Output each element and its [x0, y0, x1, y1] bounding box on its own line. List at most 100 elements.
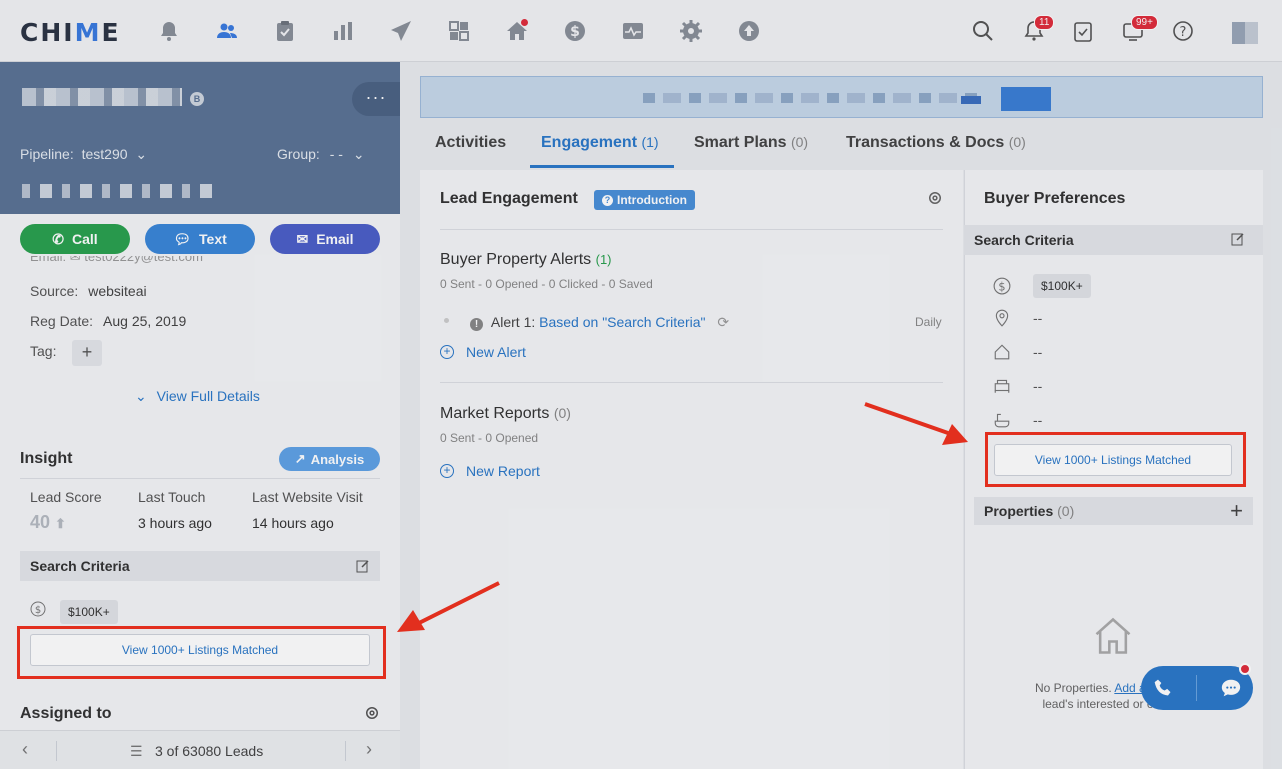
help-icon[interactable]: ? [1169, 17, 1197, 45]
messages-badge: 99+ [1131, 15, 1158, 30]
more-options-button[interactable]: ··· [352, 82, 400, 116]
add-tag-button[interactable]: + [72, 340, 102, 366]
pref-price-row: $ $100K+ [993, 274, 1091, 298]
banner-link-redacted[interactable] [961, 96, 981, 104]
pipeline-value: test290 [81, 146, 128, 162]
chime-logo[interactable]: CHIME [20, 18, 121, 47]
pref-baths-row: -- [993, 411, 1042, 429]
empty-house-icon [1095, 617, 1131, 654]
settings-gear-icon[interactable] [926, 189, 944, 207]
pref-type-value: -- [1033, 344, 1043, 360]
left-search-criteria-title: Search Criteria [30, 558, 130, 574]
grid-icon[interactable] [445, 17, 473, 45]
search-icon[interactable] [969, 17, 997, 45]
buyer-alerts-title: Buyer Property Alerts (1) [440, 251, 612, 269]
email-row: Email: ✉ test0222y@test.com [30, 256, 203, 264]
pref-location-value: -- [1033, 310, 1043, 326]
edit-icon[interactable] [356, 559, 370, 573]
buyer-alerts-count: (1) [595, 252, 612, 267]
divider [56, 741, 57, 761]
new-alert-label: New Alert [466, 344, 526, 360]
top-navbar: CHIME $ 11 99+ ? [0, 0, 1282, 62]
tasks-icon[interactable] [1069, 17, 1097, 45]
market-reports-label: Market Reports [440, 405, 550, 422]
svg-text:$: $ [998, 281, 1005, 294]
pipeline-select[interactable]: Pipeline: test290 ⌄ [20, 146, 147, 163]
dollar-circle-icon: $ [993, 277, 1011, 295]
people-icon[interactable] [213, 17, 241, 45]
plus-circle-icon: + [440, 464, 454, 478]
text-button[interactable]: 💬︎ Text [145, 224, 255, 254]
last-visit-value: 14 hours ago [252, 515, 334, 531]
analysis-label: Analysis [310, 451, 365, 467]
view-full-details-link[interactable]: ⌄ View Full Details [135, 388, 260, 405]
properties-header: Properties (0) + [974, 497, 1253, 525]
alert-criteria-link[interactable]: Based on "Search Criteria" [539, 314, 705, 330]
next-lead-icon[interactable]: › [366, 739, 372, 760]
analysis-button[interactable]: ↗ Analysis [279, 447, 380, 471]
info-icon: ! [470, 318, 483, 331]
source-row: Source: websiteai [30, 283, 147, 299]
new-alert-link[interactable]: + New Alert [440, 344, 526, 360]
tab-smart-plans-label: Smart Plans [694, 134, 787, 151]
tab-engagement[interactable]: Engagement (1) [541, 134, 659, 152]
gear-icon[interactable] [363, 704, 381, 722]
clipboard-icon[interactable] [271, 17, 299, 45]
notifications-icon[interactable]: 11 [1020, 15, 1055, 45]
pref-beds-row: -- [993, 377, 1042, 395]
bar-chart-icon[interactable] [329, 17, 357, 45]
new-report-label: New Report [466, 463, 540, 479]
home-icon[interactable] [503, 17, 531, 45]
view-full-details-label: View Full Details [156, 388, 260, 404]
phone-icon[interactable] [1153, 678, 1173, 698]
envelope-icon: ✉ [296, 230, 309, 247]
list-icon: ☰ [130, 743, 143, 759]
annotation-arrow-left [397, 581, 500, 632]
insight-title: Insight [20, 450, 73, 467]
lead-pager: ‹ ☰ 3 of 63080 Leads › [0, 730, 400, 769]
divider [440, 382, 943, 383]
tab-smart-plans[interactable]: Smart Plans (0) [694, 134, 808, 152]
chat-notification-dot [1239, 663, 1251, 675]
banner-action-button[interactable] [1001, 87, 1051, 111]
lead-contact-redacted [22, 184, 222, 198]
user-avatar[interactable] [1232, 22, 1258, 44]
sync-icon[interactable]: ⟳ [717, 314, 729, 330]
gear-icon[interactable] [677, 17, 705, 45]
active-tab-indicator [530, 165, 674, 168]
edit-icon[interactable] [1231, 232, 1245, 246]
paper-plane-icon[interactable] [387, 17, 415, 45]
alert-frequency: Daily [915, 315, 942, 329]
tab-engagement-count: (1) [641, 134, 659, 150]
pref-beds-value: -- [1033, 378, 1043, 394]
chat-icon[interactable] [1220, 677, 1242, 699]
alert-prefix: Alert 1: [490, 314, 536, 330]
pager-text: 3 of 63080 Leads [155, 743, 264, 759]
activity-icon[interactable] [619, 17, 647, 45]
buyer-alerts-label: Buyer Property Alerts [440, 251, 592, 268]
introduction-badge[interactable]: ? Introduction [594, 190, 695, 210]
upload-icon[interactable] [735, 17, 763, 45]
tab-activities[interactable]: Activities [435, 134, 506, 152]
source-label: Source: [30, 283, 79, 299]
divider [345, 741, 346, 761]
dollar-icon[interactable]: $ [561, 17, 589, 45]
properties-count: (0) [1057, 503, 1075, 519]
tab-transactions[interactable]: Transactions & Docs (0) [846, 134, 1026, 152]
group-select[interactable]: Group: - - ⌄ [277, 146, 365, 163]
alert-bell-icon[interactable] [155, 17, 183, 45]
add-property-plus-icon[interactable]: + [1230, 498, 1243, 524]
call-button[interactable]: ✆ Call [20, 224, 130, 254]
bullet [444, 318, 449, 323]
lead-name-redacted [22, 88, 182, 106]
double-chevron-down-icon: ⌄ [135, 388, 147, 404]
email-button[interactable]: ✉ Email [270, 224, 380, 254]
svg-text:$: $ [35, 605, 41, 616]
new-report-link[interactable]: + New Report [440, 463, 540, 479]
previous-lead-icon[interactable]: ‹ [22, 739, 28, 760]
bathtub-icon [994, 413, 1010, 428]
chevron-down-icon: ⌄ [352, 146, 365, 162]
lead-score-label: Lead Score [30, 489, 102, 505]
messages-icon[interactable]: 99+ [1119, 15, 1158, 45]
pref-baths-value: -- [1033, 412, 1043, 428]
